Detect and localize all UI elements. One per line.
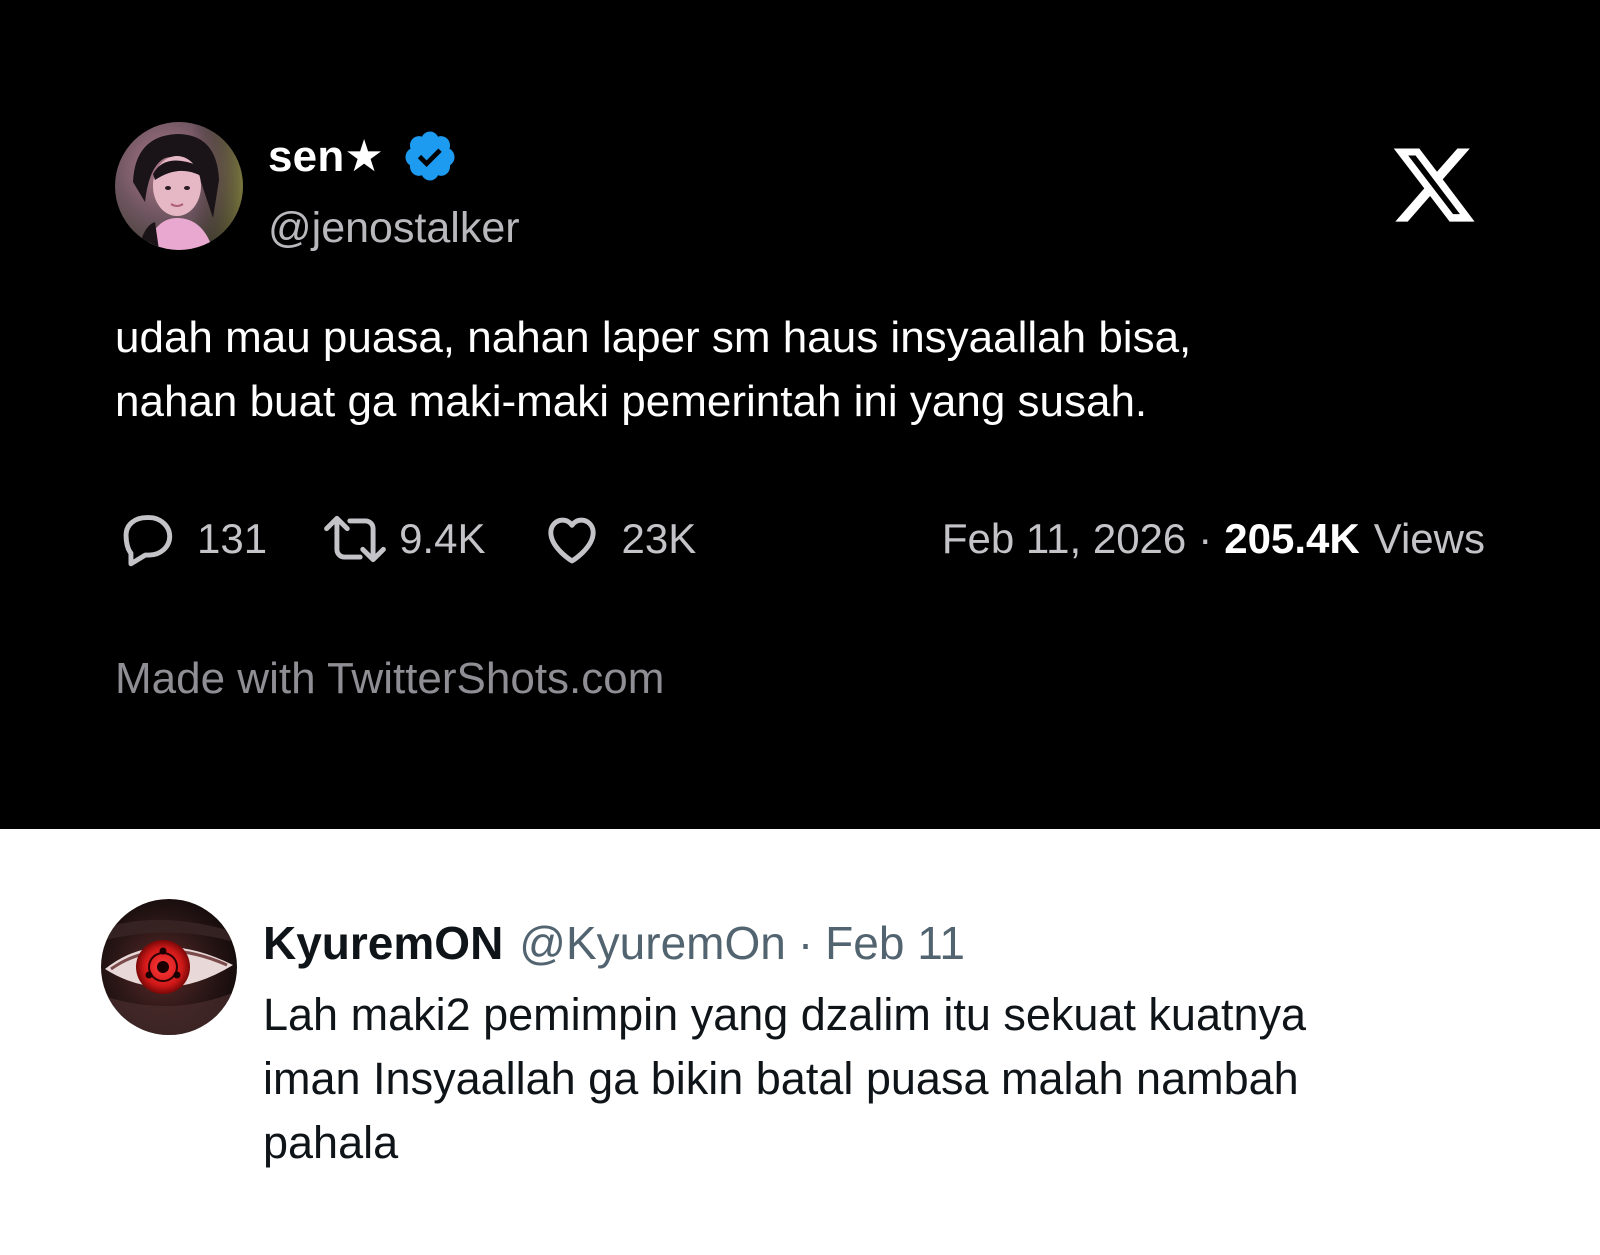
- reply-header: KyuremON @KyuremOn · Feb 11: [263, 913, 965, 973]
- reply-text: Lah maki2 pemimpin yang dzalim itu sekua…: [263, 983, 1543, 1175]
- reply-tweet[interactable]: KyuremON @KyuremOn · Feb 11 Lah maki2 pe…: [0, 829, 1600, 1255]
- like-count: 23K: [621, 515, 697, 562]
- verified-badge-icon: [402, 128, 458, 184]
- like-stat[interactable]: 23K: [539, 508, 696, 570]
- reply-author-name[interactable]: KyuremON: [263, 916, 503, 970]
- reply-icon[interactable]: [115, 508, 181, 570]
- reply-author-handle[interactable]: @KyuremOn: [519, 916, 786, 970]
- retweet-stat[interactable]: 9.4K: [319, 508, 485, 570]
- tweet-text: udah mau puasa, nahan laper sm haus insy…: [115, 306, 1495, 434]
- author-handle[interactable]: @jenostalker: [268, 200, 520, 256]
- tweet-date[interactable]: Feb 11, 2026: [942, 515, 1186, 563]
- reply-separator: ·: [797, 917, 814, 969]
- reply-stat[interactable]: 131: [115, 508, 267, 570]
- author-name[interactable]: sen★: [268, 131, 384, 182]
- reply-avatar-image: [101, 899, 237, 1035]
- heart-icon[interactable]: [539, 508, 605, 570]
- author-name-row[interactable]: sen★: [268, 128, 458, 184]
- engagement-stats: 131 9.4K 23K: [115, 508, 696, 570]
- retweet-icon[interactable]: [319, 508, 391, 570]
- views-label: Views: [1373, 515, 1485, 562]
- views-count: 205.4K: [1224, 515, 1360, 562]
- x-logo-icon[interactable]: [1388, 140, 1480, 230]
- reply-avatar[interactable]: [101, 899, 237, 1035]
- reply-count: 131: [197, 515, 268, 562]
- meta-separator: ·: [1198, 515, 1213, 562]
- tweet-text-line: udah mau puasa, nahan laper sm haus insy…: [115, 313, 1192, 362]
- author-avatar[interactable]: [115, 122, 243, 250]
- retweet-count: 9.4K: [399, 515, 486, 562]
- tweet-meta: Feb 11, 2026 · 205.4K Views: [942, 508, 1485, 570]
- author-avatar-image: [115, 122, 243, 250]
- reply-text-line: pahala: [263, 1117, 399, 1168]
- watermark-text: Made with TwitterShots.com: [115, 654, 665, 703]
- tweet-card: sen★ @jenostalker udah mau puasa, nahan …: [0, 0, 1600, 829]
- reply-timestamp[interactable]: Feb 11: [825, 916, 965, 970]
- reply-text-line: Lah maki2 pemimpin yang dzalim itu sekua…: [263, 989, 1307, 1040]
- reply-text-line: iman Insyaallah ga bikin batal puasa mal…: [263, 1053, 1299, 1104]
- tweet-text-line: nahan buat ga maki-maki pemerintah ini y…: [115, 377, 1148, 426]
